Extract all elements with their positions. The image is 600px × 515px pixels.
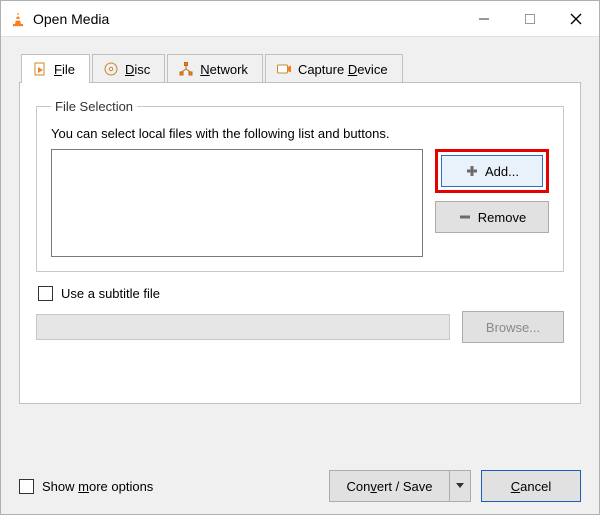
disc-icon xyxy=(103,61,119,77)
titlebar: Open Media xyxy=(1,1,599,37)
minus-icon xyxy=(458,210,472,224)
tab-disc[interactable]: Disc xyxy=(92,54,165,83)
tab-panel-file: File Selection You can select local file… xyxy=(19,82,581,404)
use-subtitle-checkbox[interactable] xyxy=(38,286,53,301)
tab-capture-device[interactable]: Capture Device xyxy=(265,54,403,83)
window-minimize-button[interactable] xyxy=(461,1,507,37)
vlc-cone-icon xyxy=(9,10,27,28)
tab-network[interactable]: Network xyxy=(167,54,263,83)
add-button-highlight: Add... xyxy=(435,149,549,193)
convert-save-label: Convert / Save xyxy=(347,479,433,494)
cancel-label: Cancel xyxy=(511,479,551,494)
file-selection-hint: You can select local files with the foll… xyxy=(51,126,549,141)
show-more-options-checkbox[interactable] xyxy=(19,479,34,494)
capture-device-icon xyxy=(276,61,292,77)
convert-save-splitbutton[interactable]: Convert / Save xyxy=(329,470,471,502)
show-more-options-label: Show more options xyxy=(42,479,153,494)
remove-button-label: Remove xyxy=(478,210,526,225)
footer: Show more options Convert / Save Cancel xyxy=(19,470,581,502)
convert-save-dropdown[interactable] xyxy=(449,470,471,502)
file-list[interactable] xyxy=(51,149,423,257)
add-button-label: Add... xyxy=(485,164,519,179)
tab-capture-label: Capture Device xyxy=(298,62,388,77)
tab-network-label: Network xyxy=(200,62,248,77)
tab-bar: File Disc xyxy=(21,53,581,82)
tab-file-label: File xyxy=(54,62,75,77)
caret-down-icon xyxy=(456,483,464,489)
file-selection-group: File Selection You can select local file… xyxy=(36,99,564,272)
tab-file[interactable]: File xyxy=(21,54,90,83)
add-button[interactable]: Add... xyxy=(441,155,543,187)
plus-icon xyxy=(465,164,479,178)
window-title: Open Media xyxy=(33,11,461,27)
window-close-button[interactable] xyxy=(553,1,599,37)
network-icon xyxy=(178,61,194,77)
open-media-window: Open Media File Disc xyxy=(0,0,600,515)
file-selection-legend: File Selection xyxy=(51,99,137,114)
window-maximize-button[interactable] xyxy=(507,1,553,37)
use-subtitle-label: Use a subtitle file xyxy=(61,286,160,301)
remove-button[interactable]: Remove xyxy=(435,201,549,233)
browse-subtitle-label: Browse... xyxy=(486,320,540,335)
file-icon xyxy=(32,61,48,77)
tab-disc-label: Disc xyxy=(125,62,150,77)
window-body: File Disc xyxy=(1,37,599,418)
subtitle-path-field xyxy=(36,314,450,340)
cancel-button[interactable]: Cancel xyxy=(481,470,581,502)
browse-subtitle-button: Browse... xyxy=(462,311,564,343)
convert-save-button[interactable]: Convert / Save xyxy=(329,470,449,502)
